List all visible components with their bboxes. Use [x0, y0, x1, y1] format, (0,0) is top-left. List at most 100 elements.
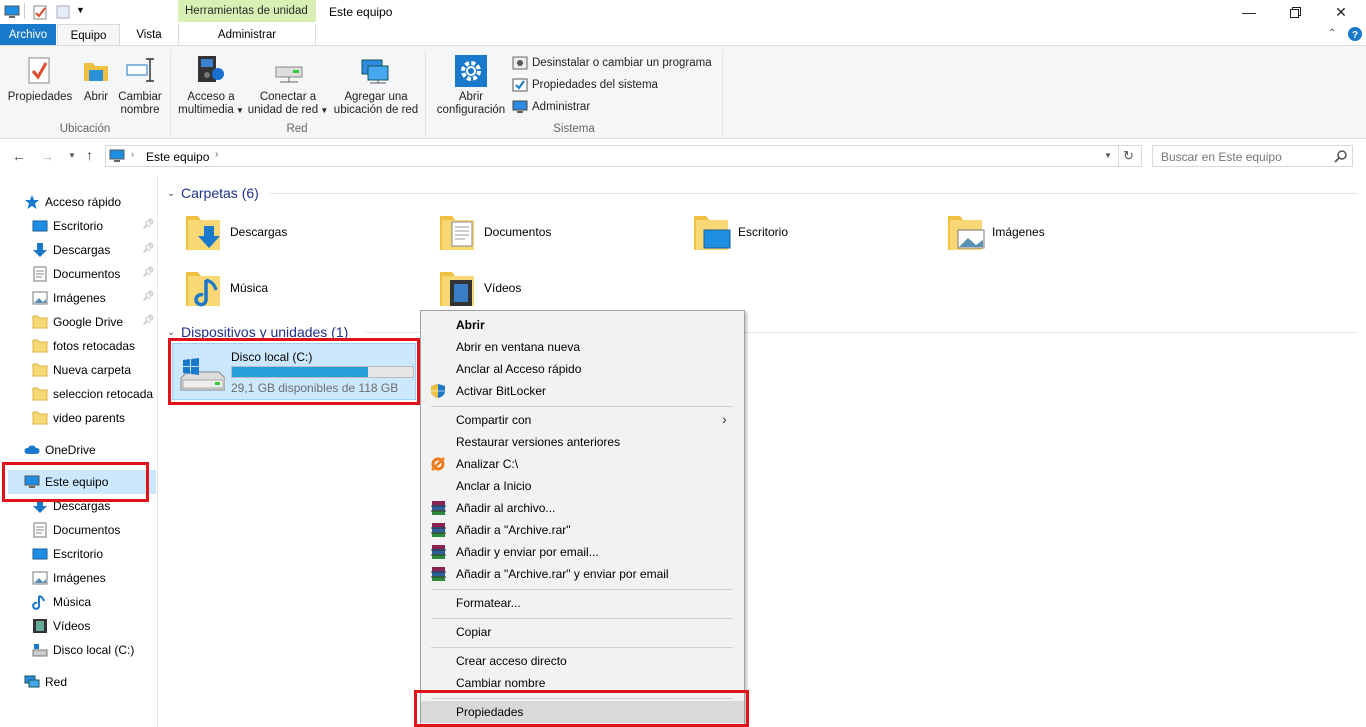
back-arrow-icon[interactable]: ← [12, 148, 26, 164]
tab-vista[interactable]: Vista [122, 24, 176, 45]
menu-item-crear-acceso-directo[interactable]: Crear acceso directo [421, 650, 744, 672]
folders-section-header[interactable]: Carpetas (6) [181, 185, 259, 201]
nav-pc-musica[interactable]: Música [32, 591, 91, 613]
nav-quick-fotos-retocadas[interactable]: fotos retocadas [32, 335, 135, 357]
folder-musica[interactable]: Música [184, 266, 268, 310]
properties-icon[interactable] [27, 55, 51, 85]
help-icon[interactable]: ? [1348, 27, 1362, 41]
menu-item-abrir-ventana-nueva[interactable]: Abrir en ventana nueva [421, 336, 744, 358]
abrir-conf-label-2: configuración [436, 104, 506, 116]
pin-icon[interactable]: 📌︎ [142, 267, 155, 278]
propiedades-button[interactable]: Propiedades [4, 91, 76, 104]
new-folder-qat-icon[interactable] [56, 5, 70, 19]
menu-item-formatear[interactable]: Formatear... [421, 592, 744, 614]
folder-documentos[interactable]: Documentos [438, 210, 551, 254]
nav-quick-descargas[interactable]: Descargas [32, 239, 110, 261]
nav-quick-escritorio[interactable]: Escritorio [32, 215, 103, 237]
acceso-multimedia-button[interactable]: Acceso a multimedia ▼ [176, 91, 246, 117]
nav-pc-videos[interactable]: Vídeos [32, 615, 90, 637]
abrir-configuracion-button[interactable]: Abrir configuración [432, 91, 510, 117]
menu-item-anclar-acceso-rapido[interactable]: Anclar al Acceso rápido [421, 358, 744, 380]
nav-label: Imágenes [53, 291, 106, 305]
nav-label: Música [53, 595, 92, 609]
breadcrumb-este-equipo[interactable]: Este equipo [146, 150, 209, 164]
nav-onedrive[interactable]: OneDrive [24, 439, 96, 461]
nav-red[interactable]: Red [24, 671, 67, 693]
folder-imagenes[interactable]: Imágenes [946, 210, 1045, 254]
menu-item-analizar[interactable]: Analizar C:\ [421, 453, 744, 475]
desinstalar-programa-button[interactable]: Desinstalar o cambiar un programa [512, 54, 712, 72]
minimize-button[interactable]: — [1226, 0, 1272, 24]
nav-acceso-rapido[interactable]: Acceso rápido [24, 191, 121, 213]
menu-item-anadir-enviar-email[interactable]: Añadir y enviar por email... [421, 541, 744, 563]
search-input[interactable]: Buscar en Este equipo [1152, 145, 1353, 167]
conectar-label-1: Conectar a [259, 91, 317, 103]
nav-quick-documentos[interactable]: Documentos [32, 263, 120, 285]
up-arrow-icon[interactable]: ↑ [86, 147, 93, 163]
qat-dropdown-icon[interactable]: ▼ [76, 5, 85, 15]
tab-equipo[interactable]: Equipo [57, 24, 120, 46]
forward-arrow-icon[interactable]: → [40, 148, 54, 164]
administrar-button[interactable]: Administrar [512, 98, 590, 116]
open-folder-icon[interactable] [82, 57, 110, 83]
nav-quick-nueva-carpeta[interactable]: Nueva carpeta [32, 359, 131, 381]
folder-icon [32, 410, 48, 426]
network-location-icon[interactable] [360, 58, 392, 84]
folder-escritorio[interactable]: Escritorio [692, 210, 788, 254]
desktop-icon [32, 218, 48, 234]
pin-icon[interactable]: 📌︎ [142, 219, 155, 230]
address-bar[interactable]: › Este equipo › ▼ ↻ [105, 145, 1142, 167]
tab-archivo[interactable]: Archivo [0, 24, 56, 45]
network-drive-icon[interactable] [274, 64, 306, 84]
tab-administrar[interactable]: Administrar [178, 24, 316, 45]
menu-item-abrir[interactable]: Abrir [421, 314, 744, 336]
menu-item-anadir-archive-rar-email[interactable]: Añadir a "Archive.rar" y enviar por emai… [421, 563, 744, 585]
conectar-unidad-red-button[interactable]: Conectar a unidad de red ▼ [246, 91, 330, 117]
address-dropdown-icon[interactable]: ▼ [1104, 151, 1112, 160]
media-access-icon[interactable] [194, 54, 226, 84]
rename-icon[interactable] [126, 57, 156, 83]
menu-item-anclar-inicio[interactable]: Anclar a Inicio [421, 475, 744, 497]
nav-pc-documentos[interactable]: Documentos [32, 519, 120, 541]
recent-locations-chevron-icon[interactable]: ▼ [68, 151, 76, 160]
menu-item-activar-bitlocker[interactable]: Activar BitLocker [421, 380, 744, 402]
folder-icon [32, 362, 48, 378]
restore-button[interactable] [1272, 0, 1318, 24]
nav-pc-escritorio[interactable]: Escritorio [32, 543, 103, 565]
breadcrumb-chevron-icon[interactable]: › [131, 149, 134, 159]
settings-gear-icon[interactable] [455, 55, 487, 87]
search-icon[interactable] [1334, 149, 1348, 163]
nav-quick-imagenes[interactable]: Imágenes [32, 287, 106, 309]
pin-icon[interactable]: 📌︎ [142, 243, 155, 254]
menu-item-restaurar-versiones[interactable]: Restaurar versiones anteriores [421, 431, 744, 453]
pin-icon[interactable]: 📌︎ [142, 315, 155, 326]
collapse-chevron-icon[interactable]: ⌄ [167, 327, 175, 338]
folder-videos[interactable]: Vídeos [438, 266, 521, 310]
computer-icon[interactable] [4, 5, 20, 19]
collapse-chevron-icon[interactable]: ⌄ [167, 188, 175, 199]
collapse-ribbon-icon[interactable]: ⌃ [1328, 28, 1336, 39]
menu-item-anadir-archivo[interactable]: Añadir al archivo... [421, 497, 744, 519]
folder-descargas[interactable]: Descargas [184, 210, 287, 254]
nav-pc-disco-local[interactable]: Disco local (C:) [32, 639, 134, 661]
nav-quick-google-drive[interactable]: Google Drive [32, 311, 123, 333]
menu-item-compartir-con[interactable]: Compartir con › [421, 409, 744, 431]
properties-qat-icon[interactable] [32, 4, 48, 20]
cambiar-nombre-button[interactable]: Cambiar nombre [116, 91, 164, 117]
agregar-ubicacion-red-button[interactable]: Agregar una ubicación de red [330, 91, 422, 117]
menu-item-copiar[interactable]: Copiar [421, 621, 744, 643]
menu-item-anadir-archive-rar[interactable]: Añadir a "Archive.rar" [421, 519, 744, 541]
film-icon [32, 618, 48, 634]
highlight-drive-box [168, 338, 420, 405]
nav-quick-seleccion-retocada[interactable]: seleccion retocada [32, 383, 153, 405]
nav-pc-imagenes[interactable]: Imágenes [32, 567, 106, 589]
propiedades-sistema-button[interactable]: Propiedades del sistema [512, 76, 658, 94]
breadcrumb-chevron-icon[interactable]: › [215, 149, 218, 160]
refresh-icon[interactable]: ↻ [1123, 148, 1134, 164]
abrir-button[interactable]: Abrir [78, 91, 114, 104]
title-bar: ▼ Herramientas de unidad Este equipo — ✕ [0, 0, 1366, 24]
pin-icon[interactable]: 📌︎ [142, 291, 155, 302]
nav-label: Documentos [53, 523, 121, 537]
nav-quick-video-parents[interactable]: video parents [32, 407, 125, 429]
close-button[interactable]: ✕ [1318, 0, 1364, 24]
